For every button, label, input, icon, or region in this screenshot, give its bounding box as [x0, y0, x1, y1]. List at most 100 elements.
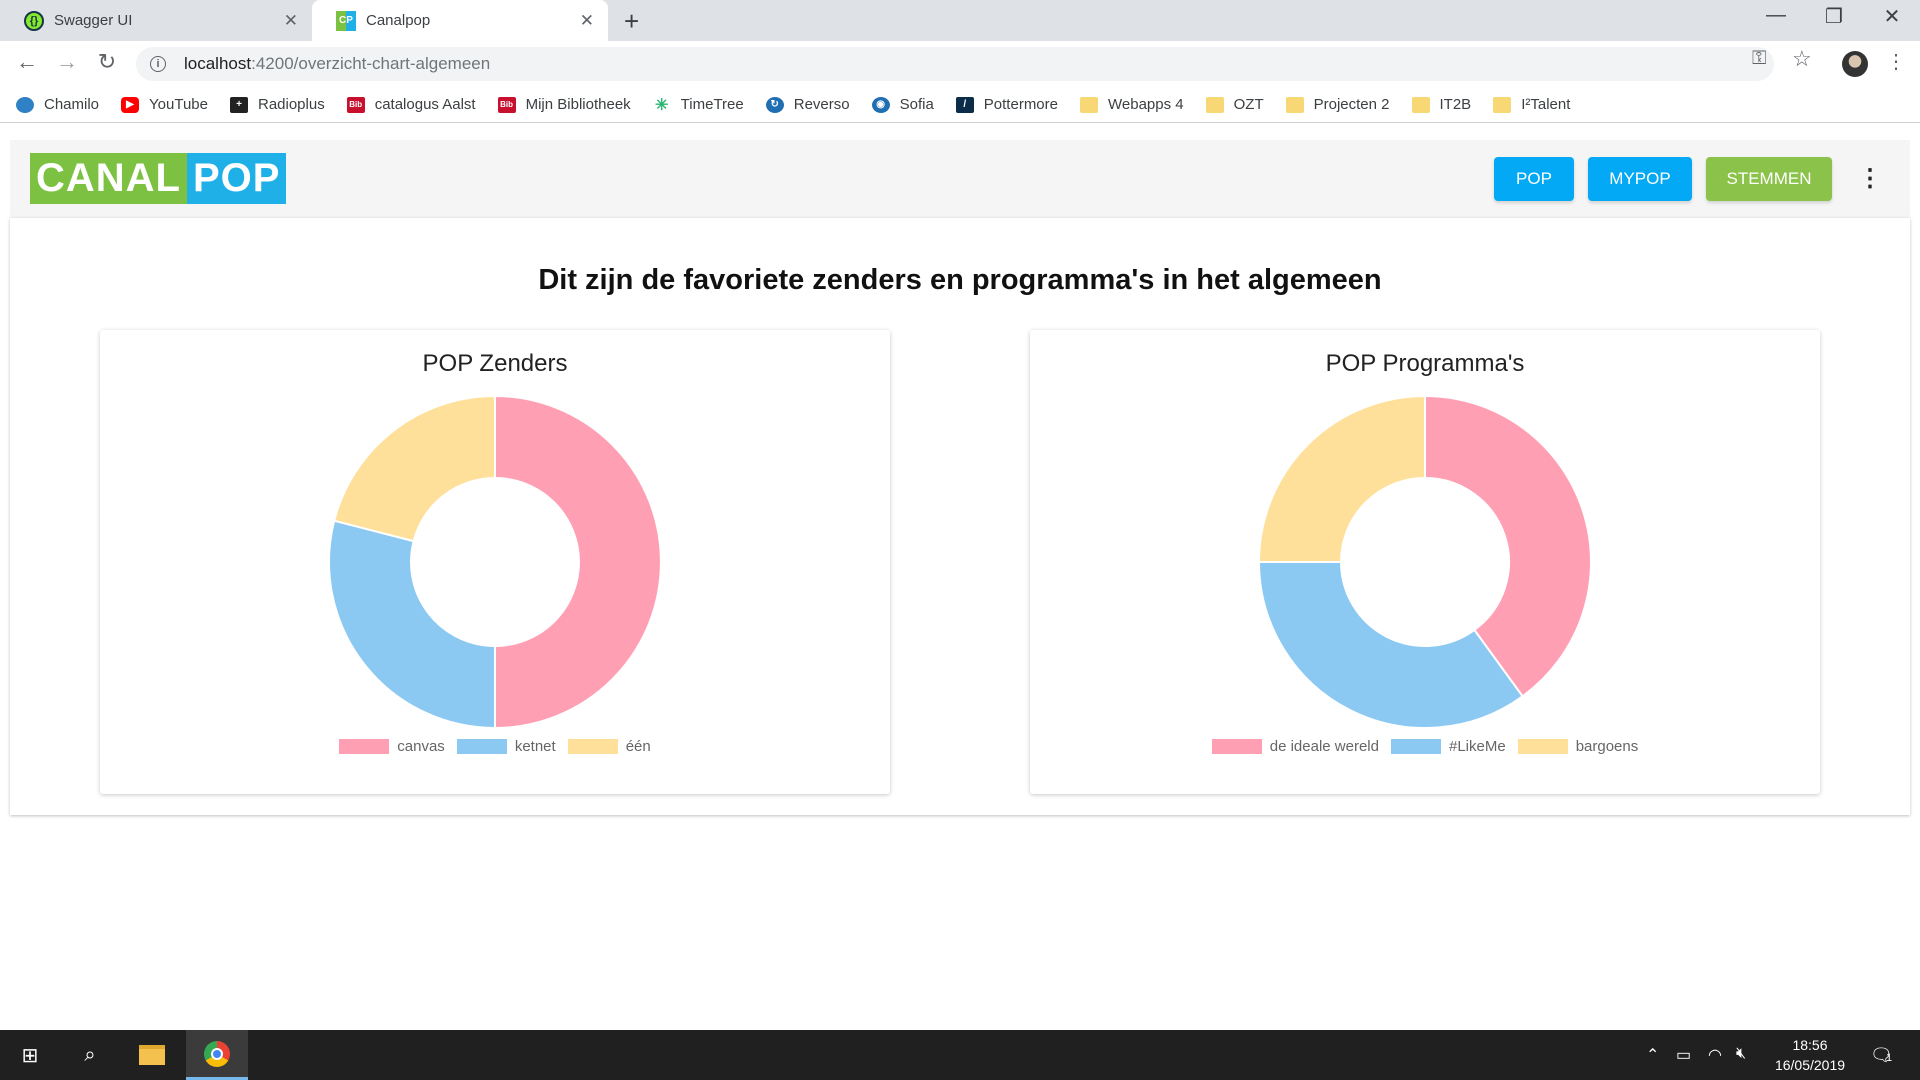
bookmark-radioplus[interactable]: + Radioplus — [229, 96, 325, 113]
bib-icon: Bib — [346, 96, 365, 113]
legend-item-een[interactable]: één — [567, 738, 651, 755]
donut-slice-ketnet[interactable] — [328, 519, 496, 730]
tab-swagger-ui[interactable]: {} Swagger UI ✕ — [0, 0, 312, 41]
chart-legend: canvas ketnet één — [100, 738, 890, 755]
back-icon[interactable]: ← — [12, 49, 42, 75]
donut-slice--n[interactable] — [332, 394, 496, 543]
timetree-icon: ✳ — [654, 96, 669, 114]
legend-item-likeme[interactable]: #LikeMe — [1390, 738, 1506, 755]
bib-icon: Bib — [497, 96, 516, 113]
pottermore-icon: / — [955, 96, 974, 113]
star-icon[interactable]: ☆ — [1792, 46, 1812, 72]
system-clock[interactable]: 18:56 16/05/2019 — [1760, 1035, 1860, 1075]
legend-item-ketnet[interactable]: ketnet — [456, 738, 556, 755]
bookmark-label: Radioplus — [257, 96, 325, 113]
mypop-button[interactable]: MYPOP — [1588, 157, 1692, 201]
bookmarks-bar: Chamilo ▶ YouTube + Radioplus Bib catalogus… — [0, 87, 1920, 123]
legend-item-de-ideale-wereld[interactable]: de ideale wereld — [1211, 738, 1379, 755]
folder-icon — [1285, 96, 1304, 113]
bookmark-label: Sofia — [899, 96, 934, 113]
bookmark-chamilo[interactable]: Chamilo — [16, 96, 99, 113]
bookmark-mijn-bibliotheek[interactable]: Bib Mijn Bibliotheek — [497, 96, 631, 113]
browser-menu-icon[interactable]: ⋮ — [1886, 49, 1906, 74]
url-host: localhost — [184, 54, 252, 73]
bookmark-label: Mijn Bibliotheek — [525, 96, 631, 113]
reload-icon[interactable]: ↻ — [92, 49, 122, 75]
legend-label: ketnet — [514, 738, 556, 755]
file-explorer-icon[interactable] — [122, 1030, 182, 1080]
window-close-icon[interactable]: ✕ — [1864, 4, 1920, 29]
search-icon[interactable]: ⌕ — [60, 1030, 120, 1080]
radioplus-icon: + — [229, 96, 248, 113]
legend-item-bargoens[interactable]: bargoens — [1517, 738, 1638, 755]
bookmark-folder-i2talent[interactable]: I²Talent — [1493, 96, 1570, 113]
battery-icon[interactable]: ▭ — [1676, 1045, 1691, 1065]
legend-label: één — [625, 738, 651, 755]
bookmark-label: Reverso — [793, 96, 850, 113]
chevron-up-icon[interactable]: ⌃ — [1646, 1045, 1659, 1065]
legend-swatch — [1517, 739, 1568, 754]
folder-icon — [1411, 96, 1430, 113]
windows-start-icon[interactable]: ⊞ — [0, 1030, 60, 1080]
chrome-icon[interactable] — [186, 1030, 248, 1080]
bookmark-label: I²Talent — [1521, 96, 1571, 113]
bookmark-folder-it2b[interactable]: IT2B — [1411, 96, 1471, 113]
key-icon[interactable]: ⚿ — [1752, 48, 1766, 70]
tab-title: Canalpop — [366, 12, 431, 29]
donut-slice--likeme[interactable] — [1257, 561, 1524, 729]
bookmark-label: Projecten 2 — [1313, 96, 1390, 113]
profile-avatar[interactable] — [1842, 51, 1868, 77]
bookmark-label: YouTube — [149, 96, 208, 113]
browser-toolbar: ← → ↻ i localhost:4200/overzicht-chart-a… — [0, 41, 1920, 87]
logo-canal: CANAL — [30, 153, 187, 204]
minimize-icon[interactable]: — — [1748, 4, 1804, 27]
wifi-icon[interactable]: ◠ — [1708, 1045, 1722, 1065]
browser-tab-strip: {} Swagger UI ✕ CP Canalpop ✕ + — ❐ ✕ — [0, 0, 1920, 41]
notification-count: 1 — [1886, 1052, 1893, 1064]
legend-swatch — [339, 739, 390, 754]
chart-card-programmas: POP Programma's de ideale wereld #LikeMe… — [1030, 330, 1820, 794]
volume-muted-icon[interactable]: 🔇︎ — [1736, 1045, 1746, 1063]
bookmark-folder-ozt[interactable]: OZT — [1205, 96, 1264, 113]
pop-button[interactable]: POP — [1494, 157, 1574, 201]
sofia-icon: ◉ — [871, 96, 890, 113]
legend-swatch — [1390, 739, 1441, 754]
bookmark-folder-webapps-4[interactable]: Webapps 4 — [1080, 96, 1184, 113]
app-header: CANAL POP POP MYPOP STEMMEN ⋮ — [10, 140, 1910, 218]
close-icon[interactable]: ✕ — [284, 11, 298, 31]
address-bar[interactable]: i localhost:4200/overzicht-chart-algemee… — [136, 47, 1774, 81]
donut-slice-bargoens[interactable] — [1257, 394, 1426, 563]
legend-label: #LikeMe — [1448, 738, 1506, 755]
tab-title: Swagger UI — [54, 12, 133, 29]
forward-icon[interactable]: → — [52, 49, 82, 75]
bookmark-pottermore[interactable]: / Pottermore — [955, 96, 1058, 113]
close-icon[interactable]: ✕ — [580, 11, 594, 31]
legend-item-canvas[interactable]: canvas — [339, 738, 445, 755]
app-menu-icon[interactable]: ⋮ — [1858, 164, 1882, 193]
bookmark-reverso[interactable]: ↻ Reverso — [765, 96, 850, 113]
bookmark-label: TimeTree — [680, 96, 744, 113]
bookmark-folder-projecten-2[interactable]: Projecten 2 — [1285, 96, 1390, 113]
legend-swatch — [1211, 739, 1262, 754]
folder-icon — [1080, 96, 1098, 113]
bookmark-youtube[interactable]: ▶ YouTube — [121, 96, 208, 113]
bookmark-sofia[interactable]: ◉ Sofia — [871, 96, 934, 113]
donut-chart-zenders — [328, 394, 662, 730]
main-card: Dit zijn de favoriete zenders en program… — [10, 218, 1910, 815]
clock-date: 16/05/2019 — [1774, 1057, 1846, 1073]
canalpop-logo[interactable]: CANAL POP — [30, 153, 287, 204]
stemmen-button[interactable]: STEMMEN — [1706, 157, 1832, 201]
tab-canalpop[interactable]: CP Canalpop ✕ — [312, 0, 608, 41]
restore-icon[interactable]: ❐ — [1806, 4, 1862, 29]
swagger-icon: {} — [24, 10, 44, 31]
bookmark-timetree[interactable]: ✳ TimeTree — [653, 96, 744, 114]
new-tab-button[interactable]: + — [624, 6, 639, 37]
bookmark-label: Chamilo — [44, 96, 100, 113]
donut-slice-canvas[interactable] — [494, 394, 662, 730]
bookmark-label: catalogus Aalst — [374, 96, 476, 113]
bookmark-catalogus-aalst[interactable]: Bib catalogus Aalst — [346, 96, 476, 113]
logo-pop: POP — [186, 153, 287, 204]
info-icon[interactable]: i — [150, 56, 166, 72]
windows-taskbar: ⊞ ⌕ ⌃ ▭ ◠ 🔇︎ 18:56 16/05/2019 🗨︎ 1 — [0, 1030, 1920, 1080]
folder-icon — [1205, 96, 1224, 113]
